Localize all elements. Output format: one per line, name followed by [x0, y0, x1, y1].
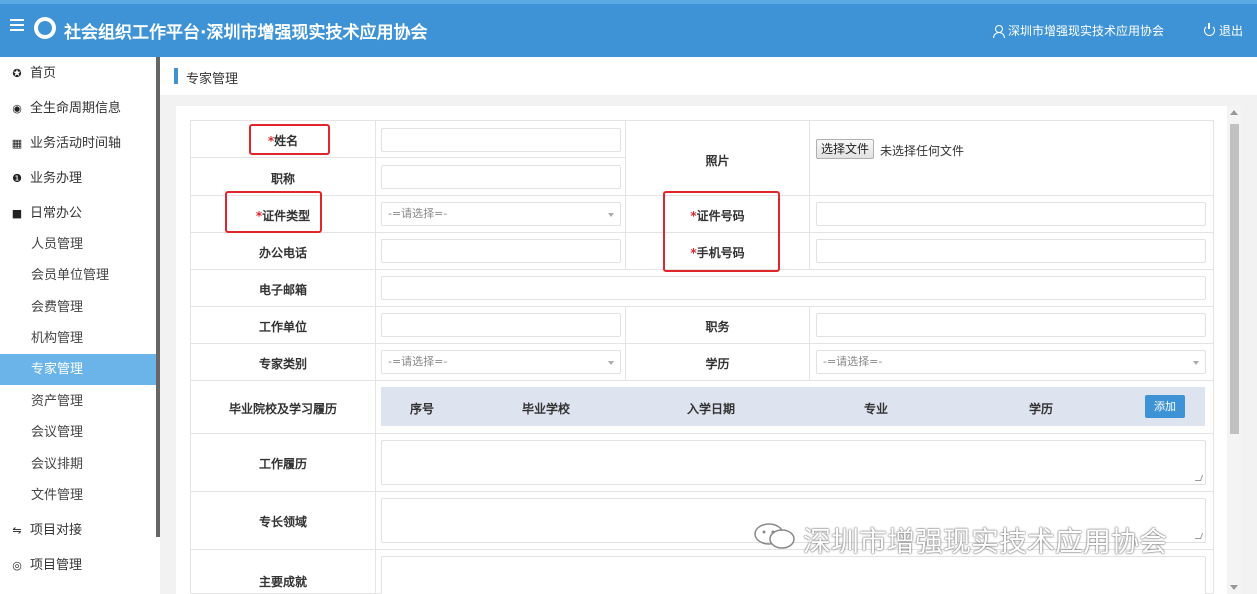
- sidebar-item-staff[interactable]: 人员管理: [0, 229, 156, 260]
- scroll-up-icon[interactable]: [1230, 110, 1238, 115]
- mobile-input[interactable]: [816, 239, 1206, 263]
- title-label: 职称: [270, 172, 295, 186]
- sidebar-item-fees[interactable]: 会费管理: [0, 292, 156, 323]
- chevron-down-icon: [608, 213, 614, 217]
- position-input[interactable]: [816, 313, 1206, 337]
- edu-history-label: 毕业院校及学习履历: [228, 402, 337, 416]
- breadcrumb-bar: 专家管理: [160, 57, 1257, 95]
- briefcase-icon: ■: [11, 207, 23, 220]
- edu-history-header: [381, 387, 1205, 426]
- eye-icon: ◉: [12, 102, 22, 115]
- file-status: 未选择任何文件: [880, 144, 965, 158]
- power-icon: [1204, 23, 1215, 36]
- title-input[interactable]: [381, 165, 621, 189]
- education-select[interactable]: -=请选择=-: [816, 350, 1206, 374]
- sidebar-item-files[interactable]: 文件管理: [0, 480, 156, 511]
- logout-button[interactable]: 退出: [1204, 22, 1243, 39]
- edu-col-major: 专业: [864, 402, 889, 416]
- sidebar-item-project-match[interactable]: ⇋ 项目对接: [0, 515, 156, 546]
- eye-outline-icon: ◎: [12, 559, 22, 572]
- edu-col-school: 毕业学校: [522, 402, 571, 416]
- top-border: [0, 0, 1257, 4]
- sidebar-item-lifecycle[interactable]: ◉ 全生命周期信息: [0, 93, 156, 124]
- breadcrumb-marker: [174, 68, 178, 84]
- work-history-label: 工作履历: [258, 457, 307, 471]
- edu-col-degree: 学历: [1029, 402, 1054, 416]
- sidebar: ✪ 首页 ◉ 全生命周期信息 ▦ 业务活动时间轴 ❶ 业务办理 ■ 日常办公 人…: [0, 57, 160, 594]
- top-bar: 社会组织工作平台·深圳市增强现实技术应用协会 深圳市增强现实技术应用协会 退出: [0, 0, 1257, 57]
- dashboard-icon: ✪: [12, 67, 22, 80]
- wechat-icon: [754, 523, 795, 549]
- content-scrollbar[interactable]: [1227, 106, 1241, 594]
- work-history-textarea[interactable]: [381, 440, 1206, 485]
- resize-handle-icon[interactable]: [1194, 533, 1204, 539]
- calendar-icon: ▦: [11, 137, 23, 150]
- current-user[interactable]: 深圳市增强现实技术应用协会: [993, 22, 1164, 39]
- work-unit-label: 工作单位: [258, 320, 307, 334]
- sidebar-item-timeline[interactable]: ▦ 业务活动时间轴: [0, 128, 156, 159]
- expert-type-select-value: -=请选择=-: [388, 355, 448, 368]
- highlight-box-id-type: [225, 191, 322, 233]
- sidebar-item-label: 项目对接: [30, 523, 83, 538]
- sidebar-item-meetings[interactable]: 会议管理: [0, 417, 156, 448]
- name-input[interactable]: [381, 128, 621, 152]
- sidebar-item-label: 业务活动时间轴: [30, 136, 122, 151]
- email-label: 电子邮箱: [258, 283, 307, 297]
- id-type-select-value: -=请选择=-: [388, 207, 448, 220]
- expert-type-select[interactable]: -=请选择=-: [381, 350, 621, 374]
- scroll-down-icon[interactable]: [1230, 585, 1238, 590]
- sidebar-item-label: 项目管理: [30, 558, 83, 573]
- app-title: 社会组织工作平台·深圳市增强现实技术应用协会: [64, 23, 428, 43]
- sidebar-item-home[interactable]: ✪ 首页: [0, 58, 156, 89]
- education-label: 学历: [705, 357, 730, 371]
- photo-label: 照片: [705, 154, 730, 168]
- email-input[interactable]: [381, 276, 1206, 300]
- education-select-value: -=请选择=-: [823, 355, 883, 368]
- menu-toggle-icon[interactable]: [10, 19, 24, 31]
- scroll-thumb[interactable]: [1230, 124, 1239, 434]
- achievements-label: 主要成就: [258, 575, 307, 589]
- sidebar-item-business[interactable]: ❶ 业务办理: [0, 163, 156, 194]
- chevron-down-icon: [1193, 361, 1199, 365]
- office-phone-label: 办公电话: [258, 246, 307, 260]
- office-phone-input[interactable]: [381, 239, 621, 263]
- edu-col-date: 入学日期: [687, 402, 736, 416]
- chevron-down-icon: [608, 361, 614, 365]
- sidebar-item-experts[interactable]: 专家管理: [0, 354, 156, 385]
- logo-icon: [34, 17, 56, 39]
- expert-type-label: 专家类别: [258, 357, 307, 371]
- logout-label: 退出: [1219, 24, 1244, 38]
- info-icon: ❶: [12, 172, 22, 185]
- watermark-text: 深圳市增强现实技术应用协会: [803, 525, 1168, 558]
- handshake-icon: ⇋: [12, 524, 22, 537]
- id-type-select[interactable]: -=请选择=-: [381, 202, 621, 226]
- sidebar-item-label: 日常办公: [30, 206, 83, 221]
- highlight-box-name: [249, 124, 330, 155]
- specialty-label: 专长领域: [258, 515, 307, 529]
- sidebar-item-organization[interactable]: 机构管理: [0, 323, 156, 354]
- user-icon: [993, 24, 1005, 38]
- achievements-textarea[interactable]: [381, 556, 1206, 594]
- edu-col-index: 序号: [410, 402, 435, 416]
- work-unit-input[interactable]: [381, 313, 621, 337]
- resize-handle-icon[interactable]: [1194, 475, 1204, 481]
- current-user-label: 深圳市增强现实技术应用协会: [1008, 24, 1165, 38]
- breadcrumb: 专家管理: [186, 72, 239, 87]
- sidebar-item-office[interactable]: ■ 日常办公: [0, 198, 156, 229]
- sidebar-item-members[interactable]: 会员单位管理: [0, 260, 156, 291]
- sidebar-item-label: 业务办理: [30, 171, 83, 186]
- add-button[interactable]: 添加: [1145, 395, 1185, 418]
- position-label: 职务: [705, 320, 730, 334]
- choose-file-button[interactable]: 选择文件: [816, 139, 875, 159]
- sidebar-item-schedule[interactable]: 会议排期: [0, 449, 156, 480]
- highlight-box-id-mobile: [663, 191, 780, 272]
- sidebar-item-assets[interactable]: 资产管理: [0, 386, 156, 417]
- sidebar-item-projects[interactable]: ◎ 项目管理: [0, 550, 156, 581]
- id-number-input[interactable]: [816, 202, 1206, 226]
- sidebar-item-label: 全生命周期信息: [30, 101, 122, 116]
- sidebar-item-label: 首页: [30, 66, 57, 81]
